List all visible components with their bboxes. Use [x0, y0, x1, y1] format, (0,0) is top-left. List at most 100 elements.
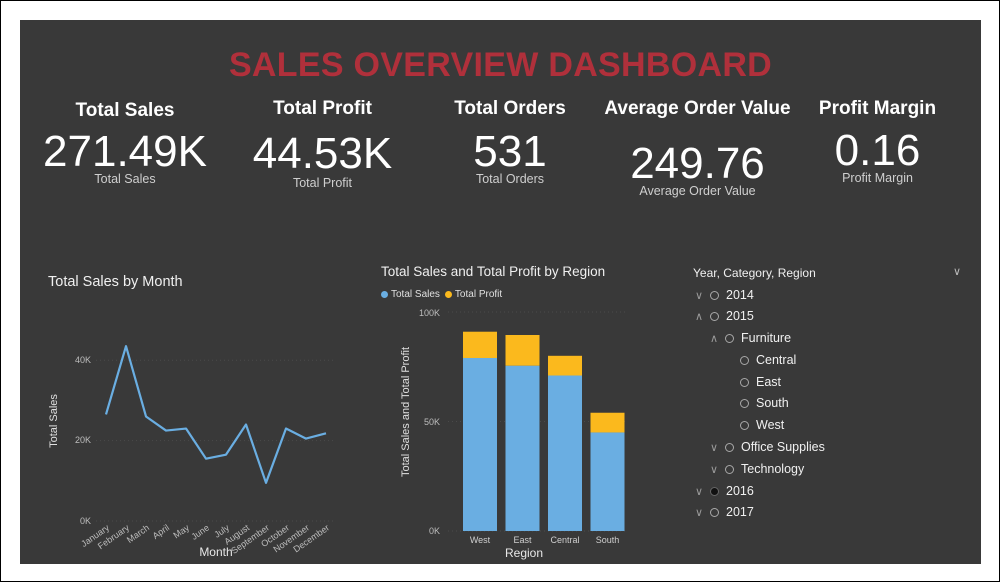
chevron-down-icon[interactable]: ∨	[953, 265, 961, 278]
bar-chart-ylabel: Total Sales and Total Profit	[400, 347, 412, 477]
kpi-value: 0.16	[834, 126, 921, 175]
slicer-item-label: 2016	[726, 484, 754, 498]
y-tick-label: 100K	[419, 308, 440, 318]
radio-button[interactable]	[740, 420, 749, 430]
dashboard-canvas: SALES OVERVIEW DASHBOARD Total Sales 271…	[20, 20, 981, 564]
bar-total-profit[interactable]	[463, 331, 497, 358]
bar-total-sales[interactable]	[463, 357, 497, 531]
data-point[interactable]	[284, 427, 288, 431]
slicer-item-furniture[interactable]: ∧ Furniture	[707, 330, 791, 346]
kpi-heading: Total Orders	[454, 98, 566, 119]
bar-total-profit[interactable]	[590, 412, 625, 433]
kpi-card-average-order-value[interactable]: Average Order Value 249.76 Average Order…	[600, 98, 795, 198]
radio-button[interactable]	[710, 311, 719, 321]
radio-button[interactable]	[725, 464, 734, 474]
y-tick-label: 0K	[429, 526, 440, 536]
radio-button[interactable]	[710, 486, 719, 496]
chevron-down-icon[interactable]: ∨	[707, 463, 721, 476]
chevron-down-icon[interactable]: ∨	[707, 441, 721, 454]
bar-chart-title: Total Sales and Total Profit by Region	[381, 264, 606, 279]
slicer-item-label: Furniture	[741, 331, 792, 345]
radio-button[interactable]	[710, 290, 719, 300]
kpi-card-profit-margin[interactable]: Profit Margin 0.16 Profit Margin	[810, 98, 945, 185]
bar-total-profit[interactable]	[505, 334, 540, 366]
chevron-up-icon[interactable]: ∧	[707, 332, 721, 345]
chevron-down-icon[interactable]: ∨	[692, 506, 706, 519]
kpi-heading: Average Order Value	[604, 98, 791, 119]
kpi-heading: Total Profit	[273, 98, 372, 119]
slicer-header[interactable]: Year, Category, Region ∨	[693, 266, 961, 280]
data-point[interactable]	[324, 431, 328, 435]
legend-label-profit: Total Profit	[454, 289, 503, 300]
slicer-item-label: Office Supplies	[741, 440, 825, 454]
kpi-value: 249.76	[630, 139, 765, 188]
slicer-item-2016[interactable]: ∨ 2016	[692, 483, 754, 499]
x-tick-label: East	[513, 535, 532, 545]
x-tick-label: South	[596, 535, 620, 545]
slicer-item-label: Central	[756, 353, 797, 367]
radio-button[interactable]	[740, 355, 749, 365]
slicer-item-label: East	[756, 375, 782, 389]
slicer-item-office-supplies[interactable]: ∨ Office Supplies	[707, 439, 825, 455]
line-chart-ylabel: Total Sales	[48, 394, 60, 448]
slicer-item-label: 2014	[726, 288, 754, 302]
kpi-sublabel: Profit Margin	[842, 171, 913, 185]
x-tick-label: Central	[550, 535, 579, 545]
slicer-item-label: 2015	[726, 309, 754, 323]
kpi-card-total-profit[interactable]: Total Profit 44.53K Total Profit	[240, 98, 405, 190]
chevron-down-icon[interactable]: ∨	[692, 289, 706, 302]
line-chart-title: Total Sales by Month	[48, 274, 183, 290]
kpi-heading: Total Sales	[75, 100, 175, 121]
bar-chart-legend: Total Sales Total Profit	[381, 289, 502, 300]
data-point[interactable]	[124, 344, 128, 348]
legend-swatch-profit	[444, 291, 452, 298]
radio-button[interactable]	[740, 377, 749, 387]
slicer-item-2014[interactable]: ∨ 2014	[692, 287, 754, 303]
slicer-item-central[interactable]: Central	[722, 352, 796, 368]
data-point[interactable]	[264, 481, 268, 485]
slicer-item-2017[interactable]: ∨ 2017	[692, 504, 754, 520]
x-tick-label: March	[125, 522, 151, 545]
radio-button[interactable]	[710, 507, 719, 517]
data-point[interactable]	[164, 429, 168, 433]
data-point[interactable]	[184, 427, 188, 431]
slicer-item-technology[interactable]: ∨ Technology	[707, 461, 804, 477]
data-point[interactable]	[244, 423, 248, 427]
kpi-card-total-orders[interactable]: Total Orders 531 Total Orders	[430, 98, 590, 186]
legend-label-sales: Total Sales	[391, 289, 440, 300]
slicer-item-2015[interactable]: ∧ 2015	[692, 308, 754, 324]
x-tick-label: April	[151, 522, 171, 541]
legend-swatch-sales	[381, 291, 388, 298]
y-tick-label: 20K	[75, 435, 91, 445]
slicer-item-label: West	[756, 418, 785, 432]
radio-button[interactable]	[725, 442, 734, 452]
radio-button[interactable]	[725, 333, 734, 343]
chevron-up-icon[interactable]: ∧	[692, 310, 706, 323]
x-tick-label: West	[470, 535, 491, 545]
series-line-total-sales[interactable]	[104, 345, 327, 484]
bar-total-sales[interactable]	[505, 365, 540, 531]
line-chart-xlabel: Month	[199, 545, 232, 559]
data-point[interactable]	[304, 437, 308, 441]
bar-total-sales[interactable]	[548, 375, 582, 531]
slicer-item-label: South	[756, 396, 789, 410]
slicer-item-west[interactable]: West	[722, 417, 784, 433]
data-point[interactable]	[224, 453, 228, 457]
line-chart[interactable]: Total Sales Month 0K 20K 40K JanuaryFebr…	[20, 298, 350, 564]
chevron-down-icon[interactable]: ∨	[692, 485, 706, 498]
bar-chart[interactable]: Total Sales and Total Profit Region 0K 5…	[370, 300, 640, 564]
x-tick-label: June	[189, 522, 211, 541]
bar-total-profit[interactable]	[548, 355, 582, 376]
x-tick-label: May	[171, 522, 191, 540]
data-point[interactable]	[204, 457, 208, 461]
data-point[interactable]	[104, 412, 108, 416]
bar-total-sales[interactable]	[590, 432, 625, 531]
data-point[interactable]	[144, 414, 148, 418]
slicer-item-east[interactable]: East	[722, 374, 781, 390]
kpi-card-total-sales[interactable]: Total Sales 271.49K Total Sales	[40, 100, 210, 186]
kpi-heading: Profit Margin	[818, 98, 937, 119]
slicer-header-label: Year, Category, Region	[693, 266, 816, 280]
kpi-sublabel: Total Orders	[475, 172, 545, 186]
slicer-item-south[interactable]: South	[722, 395, 789, 411]
radio-button[interactable]	[740, 398, 749, 408]
